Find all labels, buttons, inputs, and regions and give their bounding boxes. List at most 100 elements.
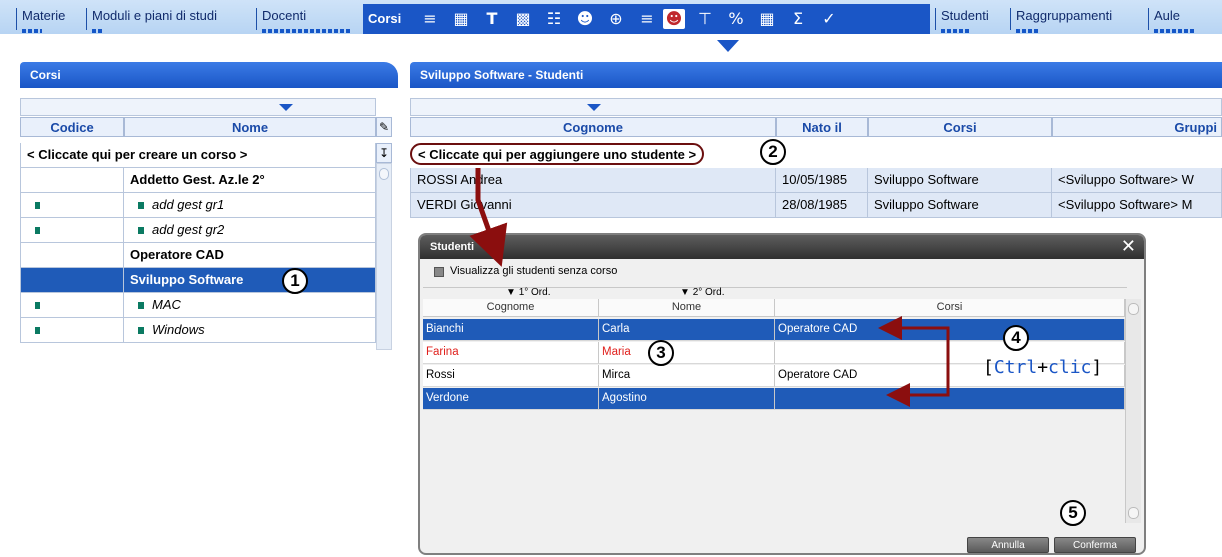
list-icon[interactable]: ≡: [419, 9, 441, 29]
dialog-cognome-cell[interactable]: Farina: [423, 342, 599, 364]
sort-arrow-icon[interactable]: [587, 104, 601, 111]
dialog-scrollbar[interactable]: [1125, 299, 1141, 523]
wrench-icon[interactable]: ✎: [376, 117, 392, 137]
group-marker-icon: [35, 227, 40, 234]
grid-icon[interactable]: ▦: [450, 9, 472, 29]
scroll-down-icon[interactable]: [1128, 507, 1139, 519]
dialog-title: Studenti: [430, 241, 474, 253]
student-gruppi-cell[interactable]: <Sviluppo Software> W: [1052, 168, 1222, 193]
column-cognome[interactable]: Cognome: [410, 117, 776, 137]
sort-down-icon: ▼: [506, 287, 516, 298]
student-corsi-cell[interactable]: Sviluppo Software: [868, 193, 1052, 218]
group-marker-icon: [138, 227, 144, 234]
tab-raggruppamenti[interactable]: Raggruppamenti: [1010, 8, 1146, 33]
course-code-cell[interactable]: [20, 168, 124, 193]
column-gruppi[interactable]: Gruppi: [1052, 117, 1222, 137]
calendar-icon[interactable]: ▩: [512, 9, 534, 29]
tab-label: Raggruppamenti: [1016, 8, 1113, 23]
courses-scrollbar[interactable]: [376, 163, 392, 350]
toolbar-icons: ≡ ▦ T ▩ ☷ ☻ ⊕ ≡ ☻ ⊤ % ▦ Σ ✓: [405, 4, 930, 34]
column-nato-il[interactable]: Nato il: [776, 117, 868, 137]
matrix-icon[interactable]: ▦: [756, 9, 778, 29]
confirm-button[interactable]: Conferma: [1054, 537, 1136, 553]
sort-row[interactable]: [410, 98, 1222, 116]
filter-icon[interactable]: ⊤: [694, 9, 716, 29]
sort-down-icon[interactable]: ↧: [376, 143, 392, 163]
sort-label: 2° Ord.: [692, 287, 725, 298]
course-code-cell[interactable]: [20, 268, 124, 293]
cancel-button[interactable]: Annulla: [967, 537, 1049, 553]
tab-moduli[interactable]: Moduli e piani di studi: [86, 8, 254, 33]
dialog-nome-cell[interactable]: Mirca: [599, 365, 775, 387]
add-student-row[interactable]: < Cliccate qui per aggiungere uno studen…: [410, 143, 705, 165]
course-name: add gest gr2: [152, 222, 225, 237]
top-navigation: Materie Moduli e piani di studi Docenti …: [0, 0, 1222, 38]
column-nome[interactable]: Nome: [124, 117, 376, 137]
show-without-course-checkbox[interactable]: [434, 267, 444, 277]
student-nato-cell[interactable]: 10/05/1985: [776, 168, 868, 193]
course-code-cell[interactable]: [20, 218, 124, 243]
course-name-cell[interactable]: add gest gr1: [124, 193, 376, 218]
column-corsi[interactable]: Corsi: [868, 117, 1052, 137]
percent-icon[interactable]: %: [725, 9, 747, 29]
student-icon[interactable]: ☻: [663, 9, 685, 29]
tab-corsi[interactable]: Corsi: [363, 4, 405, 34]
tab-docenti[interactable]: Docenti: [256, 8, 360, 33]
column-codice[interactable]: Codice: [20, 117, 124, 137]
sort-first[interactable]: ▼ 1° Ord.: [506, 287, 550, 298]
tab-underline: [22, 29, 42, 33]
dialog-cognome-cell[interactable]: Rossi: [423, 365, 599, 387]
tag-icon[interactable]: ✓: [818, 9, 840, 29]
tab-label: Materie: [22, 8, 66, 23]
sigma-icon[interactable]: Σ: [787, 9, 809, 29]
dialog-nome-cell[interactable]: Maria: [599, 342, 775, 364]
course-code-cell[interactable]: [20, 243, 124, 268]
sort-second[interactable]: ▼ 2° Ord.: [680, 287, 724, 298]
dialog-corsi-cell[interactable]: Operatore CAD: [775, 319, 1125, 341]
courses-panel-header: Corsi: [20, 62, 398, 88]
course-name-cell[interactable]: Operatore CAD: [124, 243, 376, 268]
course-name-cell[interactable]: Windows: [124, 318, 376, 343]
globe-icon[interactable]: ⊕: [605, 9, 627, 29]
course-name-cell[interactable]: Addetto Gest. Az.le 2°: [124, 168, 376, 193]
scroll-up-icon[interactable]: [379, 168, 389, 180]
tab-studenti[interactable]: Studenti: [935, 8, 1007, 33]
dialog-nome-cell[interactable]: Agostino: [599, 388, 775, 410]
teacher-icon[interactable]: T: [481, 9, 503, 29]
group-icon[interactable]: ☻: [574, 9, 596, 29]
sort-row[interactable]: [20, 98, 376, 116]
student-nato-cell[interactable]: 28/08/1985: [776, 193, 868, 218]
course-code-cell[interactable]: [20, 193, 124, 218]
tab-aule[interactable]: Aule: [1148, 8, 1222, 33]
student-cognome-cell[interactable]: VERDI Giovanni: [410, 193, 776, 218]
course-name-cell[interactable]: MAC: [124, 293, 376, 318]
course-name: Operatore CAD: [130, 247, 224, 262]
group-marker-icon: [35, 327, 40, 334]
tab-label: Moduli e piani di studi: [92, 8, 218, 23]
course-code-cell[interactable]: [20, 293, 124, 318]
scroll-up-icon[interactable]: [1128, 303, 1139, 315]
dialog-cognome-cell[interactable]: Verdone: [423, 388, 599, 410]
dialog-cognome-cell[interactable]: Bianchi: [423, 319, 599, 341]
create-course-row[interactable]: < Cliccate qui per creare un corso >: [20, 143, 376, 168]
hint-plus: +: [1037, 357, 1049, 378]
student-corsi-cell[interactable]: Sviluppo Software: [868, 168, 1052, 193]
course-name-cell[interactable]: Sviluppo Software: [124, 268, 376, 293]
lines-icon[interactable]: ≡: [636, 9, 658, 29]
sort-arrow-icon[interactable]: [279, 104, 293, 111]
tab-label: Corsi: [368, 11, 402, 26]
dialog-column-corsi[interactable]: Corsi: [775, 299, 1125, 317]
student-gruppi-cell[interactable]: <Sviluppo Software> M: [1052, 193, 1222, 218]
dialog-column-nome[interactable]: Nome: [599, 299, 775, 317]
tab-underline: [1154, 29, 1194, 33]
dialog-nome-cell[interactable]: Carla: [599, 319, 775, 341]
tab-materie[interactable]: Materie: [16, 8, 84, 33]
course-code-cell[interactable]: [20, 318, 124, 343]
tab-underline: [941, 29, 969, 33]
dialog-column-cognome[interactable]: Cognome: [423, 299, 599, 317]
dialog-corsi-cell[interactable]: [775, 388, 1125, 410]
close-icon[interactable]: ✕: [1121, 237, 1136, 257]
table-icon[interactable]: ☷: [543, 9, 565, 29]
student-cognome-cell[interactable]: ROSSI Andrea: [410, 168, 776, 193]
course-name-cell[interactable]: add gest gr2: [124, 218, 376, 243]
